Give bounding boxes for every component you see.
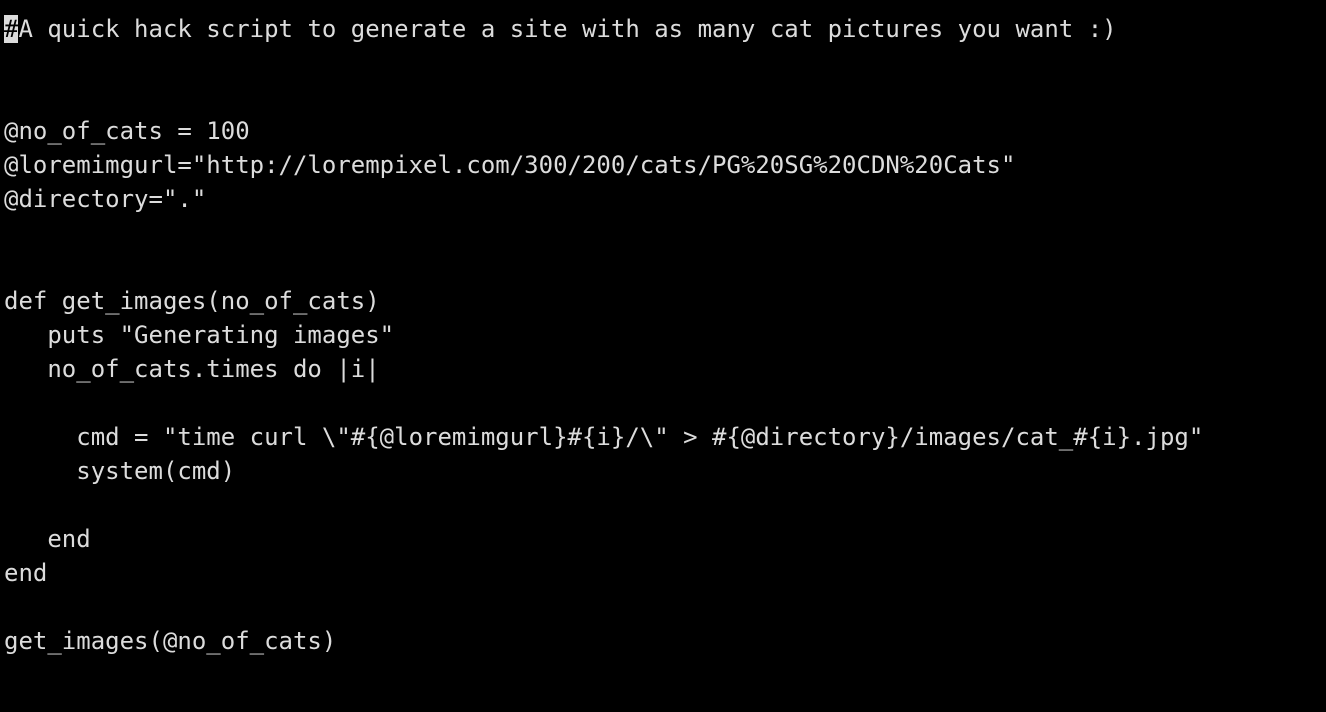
code-line-19[interactable]: get_images(@no_of_cats) xyxy=(0,624,1326,658)
code-line-18[interactable] xyxy=(0,590,1326,624)
code-line-text: A quick hack script to generate a site w… xyxy=(18,15,1117,43)
code-line-1[interactable]: #A quick hack script to generate a site … xyxy=(0,12,1326,46)
code-line-14[interactable]: system(cmd) xyxy=(0,454,1326,488)
code-line-9[interactable]: def get_images(no_of_cats) xyxy=(0,284,1326,318)
code-line-5[interactable]: @loremimgurl="http://lorempixel.com/300/… xyxy=(0,148,1326,182)
code-line-2[interactable] xyxy=(0,46,1326,80)
code-line-16[interactable]: end xyxy=(0,522,1326,556)
code-line-4[interactable]: @no_of_cats = 100 xyxy=(0,114,1326,148)
code-line-3[interactable] xyxy=(0,80,1326,114)
code-line-11[interactable]: no_of_cats.times do |i| xyxy=(0,352,1326,386)
code-line-17[interactable]: end xyxy=(0,556,1326,590)
code-line-8[interactable] xyxy=(0,250,1326,284)
code-line-13[interactable]: cmd = "time curl \"#{@loremimgurl}#{i}/\… xyxy=(0,420,1326,454)
code-editor[interactable]: #A quick hack script to generate a site … xyxy=(0,0,1326,712)
code-line-6[interactable]: @directory="." xyxy=(0,182,1326,216)
text-cursor: # xyxy=(4,15,19,43)
code-line-10[interactable]: puts "Generating images" xyxy=(0,318,1326,352)
code-line-15[interactable] xyxy=(0,488,1326,522)
code-line-7[interactable] xyxy=(0,216,1326,250)
code-line-12[interactable] xyxy=(0,386,1326,420)
